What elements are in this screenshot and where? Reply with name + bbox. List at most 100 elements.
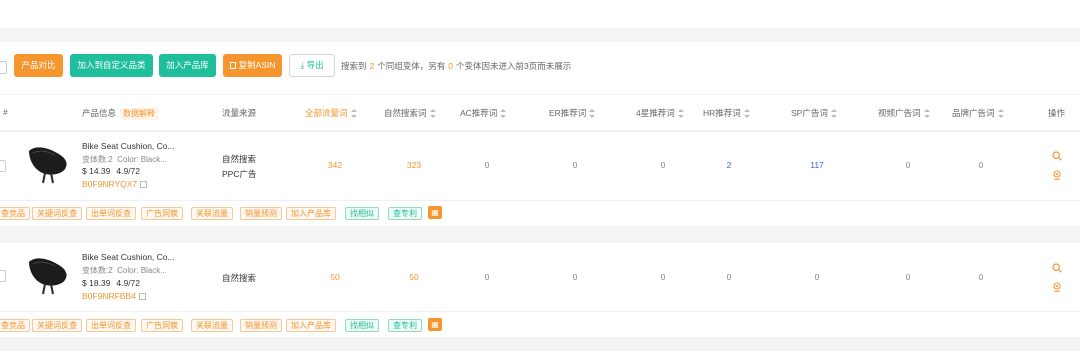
col-video[interactable]: 视频广告词 [878, 107, 930, 119]
cell-all-traffic[interactable]: 342 [315, 160, 355, 170]
tag-ad-insight[interactable]: 广告洞察 [141, 319, 183, 332]
col-traffic-source: 流量来源 [222, 108, 257, 118]
compare-button[interactable]: 产品对比 [14, 54, 63, 77]
sort-icon[interactable] [923, 109, 930, 119]
variant-color: Color: Black... [117, 155, 167, 164]
tag-find-similar[interactable]: 找相似 [345, 207, 379, 220]
variant-color: Color: Black... [117, 266, 167, 275]
product-price: $ 14.39 [82, 166, 111, 176]
product-asin[interactable]: B0F9NRFBB4 [82, 291, 146, 301]
row-checkbox[interactable] [0, 270, 6, 282]
col-ac-label: AC推荐词 [460, 108, 498, 118]
tag-sales-forecast[interactable]: 销量预测 [240, 319, 282, 332]
row-checkbox[interactable] [0, 160, 6, 172]
tag-competitor[interactable]: 查竞品 [0, 319, 30, 332]
asin-text: B0F9NRFBB4 [82, 291, 136, 301]
tag-related-traffic[interactable]: 关联流量 [191, 319, 233, 332]
cell-organic[interactable]: 323 [394, 160, 434, 170]
cell-ac: 0 [484, 272, 490, 282]
tag-sales-forecast[interactable]: 销量预测 [240, 207, 282, 220]
data-explain-link[interactable]: 数据解释 [120, 108, 159, 120]
variant-count: 变体数:2 [82, 266, 113, 275]
col-organic-label: 自然搜索词 [384, 108, 427, 118]
product-thumbnail[interactable] [25, 252, 71, 298]
calculator-icon[interactable]: ▦ [428, 206, 442, 219]
top-panel [0, 0, 1080, 28]
col-brand-label: 品牌广告词 [952, 108, 995, 118]
tag-patent[interactable]: 查专利 [388, 319, 422, 332]
product-rating: 4.9/72 [116, 166, 141, 176]
cell-hr[interactable]: 2 [709, 160, 749, 170]
product-asin[interactable]: B0F9NRYQX7 [82, 179, 148, 189]
external-link-icon[interactable] [140, 181, 148, 189]
cell-brand: 0 [978, 272, 984, 282]
col-4star-label: 4星推荐词 [636, 108, 675, 118]
col-hr[interactable]: HR推荐词 [703, 107, 750, 119]
col-product-info: 产品信息 数据解释 [82, 107, 159, 120]
tag-related-traffic[interactable]: 关联流量 [191, 207, 233, 220]
product-price-line: $ 18.39 4.9/72 [82, 278, 140, 288]
sort-icon[interactable] [677, 109, 684, 119]
info-mid: 个同组变体，另有 [377, 61, 446, 71]
cell-brand: 0 [978, 160, 984, 170]
export-button[interactable]: ⤓ 导出 [289, 54, 335, 77]
sort-icon[interactable] [429, 109, 436, 119]
copy-asin-button[interactable]: 复制ASIN [223, 54, 282, 77]
sort-icon[interactable] [743, 109, 750, 119]
cell-all-traffic[interactable]: 50 [315, 272, 355, 282]
tag-find-similar[interactable]: 找相似 [345, 319, 379, 332]
info-suffix: 个变体因未进入前3页而未展示 [456, 61, 572, 71]
product-title[interactable]: Bike Seat Cushion, Co... [82, 252, 175, 262]
sort-icon[interactable] [997, 109, 1004, 119]
product-title[interactable]: Bike Seat Cushion, Co... [82, 141, 175, 151]
col-all-traffic[interactable]: 全部流量词 [305, 107, 357, 119]
calculator-icon[interactable]: ▦ [428, 318, 442, 331]
tag-add-library[interactable]: 加入产品库 [286, 207, 336, 220]
search-icon[interactable] [1052, 151, 1062, 161]
product-thumbnail[interactable] [25, 141, 71, 187]
traffic-source-item: 自然搜索 [222, 273, 257, 283]
tag-ad-insight[interactable]: 广告洞察 [141, 207, 183, 220]
cell-hr: 0 [726, 272, 732, 282]
tag-add-library[interactable]: 加入产品库 [286, 319, 336, 332]
select-all-checkbox[interactable] [0, 61, 7, 74]
col-video-label: 视频广告词 [878, 108, 921, 118]
cell-sp: 0 [814, 272, 820, 282]
col-er[interactable]: ER推荐词 [549, 107, 596, 119]
location-icon[interactable] [1052, 282, 1062, 292]
col-ac[interactable]: AC推荐词 [460, 107, 507, 119]
product-meta: 变体数:2 Color: Black... [82, 265, 167, 276]
external-link-icon[interactable] [138, 293, 146, 301]
search-icon[interactable] [1052, 263, 1062, 273]
sort-icon[interactable] [830, 109, 837, 119]
export-label: 导出 [306, 60, 324, 70]
sort-icon[interactable] [350, 109, 357, 119]
col-organic[interactable]: 自然搜索词 [384, 107, 436, 119]
add-library-button[interactable]: 加入产品库 [159, 54, 216, 77]
product-rating: 4.9/72 [116, 278, 141, 288]
location-icon[interactable] [1052, 170, 1062, 180]
tag-order-keyword-reverse[interactable]: 出单词反查 [86, 319, 136, 332]
col-hr-label: HR推荐词 [703, 108, 741, 118]
cell-er: 0 [572, 272, 578, 282]
add-custom-category-button[interactable]: 加入到自定义品类 [70, 54, 153, 77]
sort-icon[interactable] [589, 109, 596, 119]
download-icon: ⤓ [300, 60, 305, 70]
tag-patent[interactable]: 查专利 [388, 207, 422, 220]
col-4star[interactable]: 4星推荐词 [636, 107, 684, 119]
cell-organic[interactable]: 50 [394, 272, 434, 282]
cell-video: 0 [905, 160, 911, 170]
sort-icon[interactable] [500, 109, 507, 119]
col-all-traffic-label: 全部流量词 [305, 108, 348, 118]
cell-er: 0 [572, 160, 578, 170]
tag-order-keyword-reverse[interactable]: 出单词反查 [86, 207, 136, 220]
tag-keyword-reverse[interactable]: 关键词反查 [32, 207, 82, 220]
cell-sp[interactable]: 117 [797, 160, 837, 170]
col-sp[interactable]: SP广告词 [791, 107, 837, 119]
tag-competitor[interactable]: 查竞品 [0, 207, 30, 220]
cell-4star: 0 [660, 272, 666, 282]
asin-text: B0F9NRYQX7 [82, 179, 138, 189]
col-product-info-label: 产品信息 [82, 108, 117, 118]
col-brand[interactable]: 品牌广告词 [952, 107, 1004, 119]
tag-keyword-reverse[interactable]: 关键词反查 [32, 319, 82, 332]
